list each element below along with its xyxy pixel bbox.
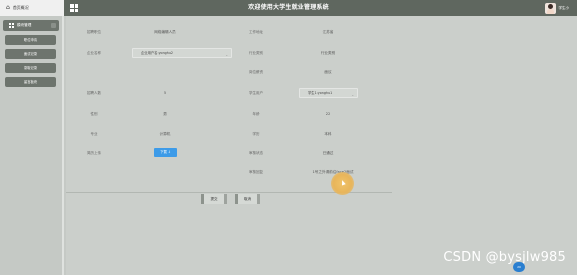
sidebar-section-label: 模块管理 (17, 23, 32, 27)
form-row: 招聘职位 网络编辑人员 工作地址 江苏省 (66, 26, 577, 38)
field-label: 企业名称 (87, 51, 101, 55)
form-row: 招聘人数 5 学生用户 学生1:yonghu1 ⌄ (66, 87, 577, 99)
field-label: 专业 (90, 132, 98, 136)
submit-button[interactable]: 提交 (201, 194, 227, 204)
download-resume-button[interactable]: 下载 ⇩ (154, 148, 177, 157)
form-row: 性别 男 年龄 22 (66, 108, 577, 120)
field-value: 已通过 (322, 151, 334, 155)
avatar-icon (544, 2, 556, 14)
sidebar-item-job-apply[interactable]: 职位申请 (5, 35, 56, 45)
home-icon: ⌂ (6, 4, 10, 11)
sidebar-section-header[interactable]: 模块管理 (3, 20, 59, 31)
field-label: 简历上传 (87, 151, 101, 155)
home-label: 首页概况 (12, 5, 29, 10)
field-label: 行业类别 (249, 51, 263, 55)
sidebar-item-messages[interactable]: 留言板块 (5, 77, 56, 87)
form-row: 企业名称 企业用户名:yonghu2 ⌄ 行业类别 行业类别 (66, 47, 577, 59)
field-label: 学历 (252, 132, 260, 136)
company-select-value: 企业用户名:yonghu2 (141, 51, 174, 55)
field-value: 计算机 (159, 132, 171, 136)
watermark: CSDN @bysjlw985 (443, 250, 566, 265)
field-label: 性别 (90, 112, 98, 116)
field-label: 岗位薪资 (249, 70, 263, 74)
student-select-value: 学生1:yonghu1 (308, 91, 333, 95)
field-value: 5 (163, 91, 167, 95)
cancel-button[interactable]: 取消 (235, 194, 260, 204)
field-value: 22 (325, 112, 331, 116)
sidebar: 模块管理 职位申请 面试记录 录取记录 留言板块 (0, 16, 64, 275)
form-row: 岗位薪资 面议 (66, 66, 577, 78)
field-value: 网络编辑人员 (154, 30, 176, 34)
field-label: 工作地址 (249, 30, 263, 34)
menu-toggle-icon[interactable] (70, 4, 78, 12)
field-value: 行业类别 (320, 51, 336, 55)
field-label: 年龄 (252, 112, 260, 116)
chevron-down-icon: ⌄ (225, 53, 228, 57)
top-bar: ⌂ 首页概况 欢迎使用大学生就业管理系统 学生小 (0, 0, 577, 16)
field-value: 男 (163, 112, 167, 116)
page-title: 欢迎使用大学生就业管理系统 (248, 4, 329, 11)
field-label: 审核状态 (249, 151, 263, 155)
field-value: 本科 (324, 132, 332, 136)
main-form: 招聘职位 网络编辑人员 工作地址 江苏省 企业名称 企业用户名:yonghu2 … (66, 16, 577, 275)
field-label: 招聘人数 (87, 91, 101, 95)
field-value: 江苏省 (322, 30, 334, 34)
home-nav[interactable]: ⌂ 首页概况 (0, 0, 64, 16)
sidebar-item-admission[interactable]: 录取记录 (5, 63, 56, 73)
field-label: 招聘职位 (87, 30, 101, 34)
field-label: 学生用户 (249, 91, 263, 95)
sidebar-item-interview[interactable]: 面试记录 (5, 49, 56, 59)
grid-icon (9, 23, 14, 28)
user-menu[interactable]: 学生小 (544, 2, 570, 14)
floating-badge[interactable]: 20 (513, 262, 525, 272)
chevron-icon (51, 23, 56, 28)
form-row: 审核回复 1号之外请前往face2面试 (66, 166, 577, 178)
field-label: 审核回复 (249, 170, 263, 174)
chevron-down-icon: ⌄ (351, 93, 354, 97)
username: 学生小 (558, 5, 570, 10)
company-select[interactable]: 企业用户名:yonghu2 ⌄ (132, 48, 232, 58)
form-row: 专业 计算机 学历 本科 (66, 128, 577, 140)
form-row: 简历上传 下载 ⇩ 审核状态 已通过 (66, 147, 577, 159)
field-value: 面议 (324, 70, 332, 74)
student-select[interactable]: 学生1:yonghu1 ⌄ (299, 88, 358, 98)
